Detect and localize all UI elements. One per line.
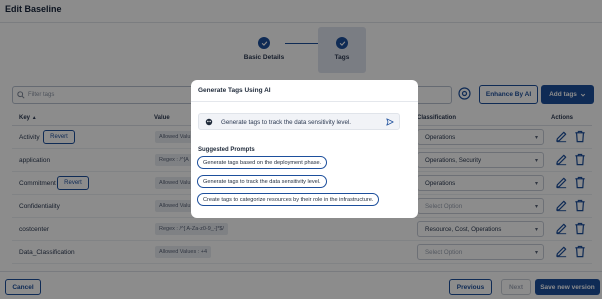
prompt-text: Generate tags to track the data sensitiv… bbox=[221, 119, 352, 126]
generate-tags-modal: Generate Tags Using AI Generate tags to … bbox=[191, 80, 418, 218]
suggested-prompt-chip[interactable]: Create tags to categorize resources by t… bbox=[197, 193, 380, 206]
modal-divider bbox=[191, 101, 418, 102]
suggested-prompt-chip[interactable]: Generate tags based on the deployment ph… bbox=[197, 156, 328, 169]
prompt-input[interactable]: Generate tags to track the data sensitiv… bbox=[198, 113, 400, 130]
suggested-prompt-chip[interactable]: Generate tags to track the data sensitiv… bbox=[197, 175, 327, 188]
suggested-prompts-title: Suggested Prompts bbox=[198, 147, 255, 153]
modal-title: Generate Tags Using AI bbox=[198, 87, 271, 94]
bot-icon bbox=[205, 118, 213, 126]
send-icon[interactable] bbox=[386, 118, 394, 126]
